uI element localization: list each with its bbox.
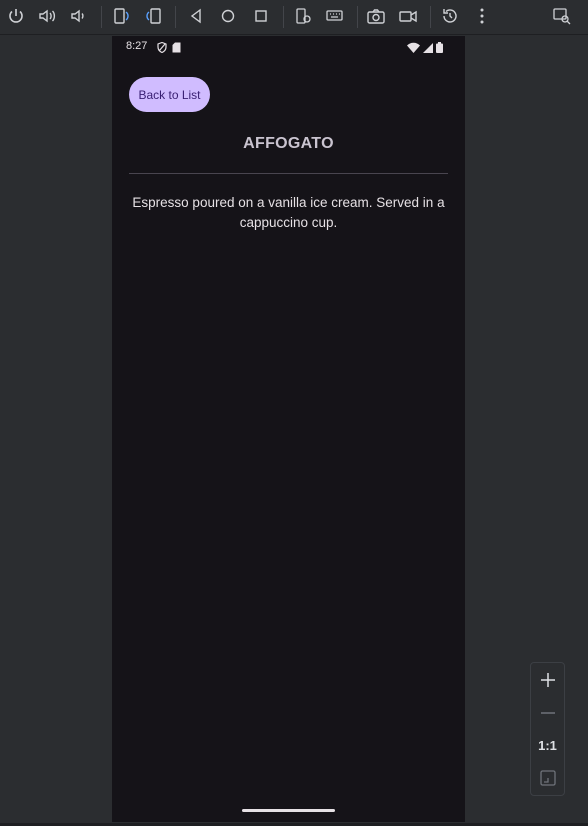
toolbar-separator (101, 6, 102, 28)
rotate-left-icon[interactable] (110, 5, 132, 27)
video-record-icon[interactable] (397, 5, 419, 27)
toolbar-separator (430, 6, 431, 28)
overview-square-icon[interactable] (250, 5, 272, 27)
divider (129, 173, 448, 174)
zoom-panel: 1:1 (530, 662, 565, 796)
back-triangle-icon[interactable] (185, 5, 207, 27)
cellular-signal-icon (423, 40, 433, 58)
toolbar-separator (283, 6, 284, 28)
zoom-in-icon[interactable] (531, 666, 564, 694)
home-circle-icon[interactable] (217, 5, 239, 27)
back-to-list-button[interactable]: Back to List (129, 77, 210, 112)
device-screen: 8:27 Back to List AFFOGATO Espresso pour… (112, 36, 465, 822)
device-manager-search-icon[interactable] (551, 5, 573, 27)
status-bar: 8:27 (112, 36, 465, 58)
keyboard-icon[interactable] (324, 5, 346, 27)
zoom-actual-size-button[interactable]: 1:1 (531, 731, 564, 759)
device-settings-icon[interactable] (292, 5, 314, 27)
more-options-icon[interactable] (471, 5, 493, 27)
volume-down-icon[interactable] (67, 5, 89, 27)
status-time: 8:27 (126, 40, 148, 52)
power-icon[interactable] (5, 5, 27, 27)
zoom-fit-screen-icon[interactable] (531, 764, 564, 792)
camera-icon[interactable] (365, 5, 387, 27)
snapshot-history-icon[interactable] (439, 5, 461, 27)
emulator-toolbar (0, 0, 588, 35)
sd-card-icon (172, 40, 181, 58)
toolbar-separator (357, 6, 358, 28)
toolbar-separator (175, 6, 176, 28)
item-title: AFFOGATO (243, 135, 334, 152)
zoom-out-icon[interactable] (531, 699, 564, 727)
wifi-icon (407, 40, 420, 58)
item-description: Espresso poured on a vanilla ice cream. … (132, 195, 445, 230)
gesture-home-indicator[interactable] (242, 809, 335, 812)
volume-up-icon[interactable] (36, 5, 58, 27)
battery-icon (436, 40, 443, 58)
rotate-right-icon[interactable] (143, 5, 165, 27)
privacy-shield-icon (157, 40, 167, 58)
